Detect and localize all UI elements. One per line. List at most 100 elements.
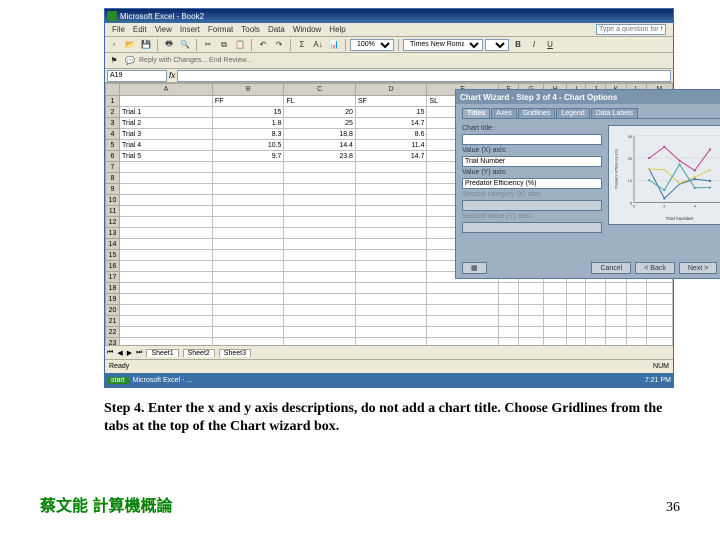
col-header[interactable]: B	[212, 84, 284, 96]
cell[interactable]	[212, 261, 284, 272]
sheet-tab-2[interactable]: Sheet2	[183, 349, 215, 357]
menu-edit[interactable]: Edit	[130, 25, 150, 34]
chart-icon[interactable]: 📊	[327, 38, 341, 52]
row-header[interactable]: 10	[106, 195, 120, 206]
cell[interactable]	[212, 217, 284, 228]
cell[interactable]	[627, 294, 646, 305]
cell[interactable]	[212, 206, 284, 217]
row-header[interactable]: 22	[106, 327, 120, 338]
font-select[interactable]: Times New Roman	[403, 39, 483, 51]
cell[interactable]	[212, 316, 284, 327]
taskbar-app[interactable]: Microsoft Excel - ...	[133, 377, 193, 384]
cell[interactable]	[355, 327, 427, 338]
menu-window[interactable]: Window	[290, 25, 324, 34]
cell[interactable]	[284, 217, 356, 228]
cell[interactable]	[519, 338, 544, 346]
tab-gridlines[interactable]: Gridlines	[518, 108, 556, 118]
cell[interactable]	[212, 239, 284, 250]
cell[interactable]	[284, 184, 356, 195]
cell[interactable]	[519, 283, 544, 294]
start-button[interactable]: start	[107, 377, 129, 384]
cell[interactable]	[120, 316, 213, 327]
row-header[interactable]: 16	[106, 261, 120, 272]
nav-last-icon[interactable]: ⏭	[136, 349, 142, 357]
cell[interactable]	[586, 338, 605, 346]
row-header[interactable]: 18	[106, 283, 120, 294]
cell[interactable]	[120, 162, 213, 173]
cell[interactable]	[646, 294, 672, 305]
cell[interactable]	[427, 294, 499, 305]
cell[interactable]	[427, 316, 499, 327]
cell[interactable]	[284, 195, 356, 206]
cell[interactable]: 14.4	[284, 140, 356, 151]
cell[interactable]	[355, 305, 427, 316]
cell[interactable]	[120, 283, 213, 294]
cell[interactable]	[212, 184, 284, 195]
tab-axes[interactable]: Axes	[491, 108, 517, 118]
cell[interactable]	[355, 316, 427, 327]
cell[interactable]	[605, 338, 627, 346]
nav-first-icon[interactable]: ⏮	[107, 349, 113, 357]
row-header[interactable]: 11	[106, 206, 120, 217]
bold-icon[interactable]: B	[511, 38, 525, 52]
cell[interactable]: 11.4	[355, 140, 427, 151]
cell[interactable]	[427, 327, 499, 338]
row-header[interactable]: 19	[106, 294, 120, 305]
cell[interactable]: SF	[355, 96, 427, 107]
cell[interactable]: 25	[284, 118, 356, 129]
cell[interactable]	[284, 316, 356, 327]
cell[interactable]	[355, 217, 427, 228]
cell[interactable]	[605, 283, 627, 294]
cell[interactable]	[567, 305, 586, 316]
comment-icon[interactable]: 💬	[123, 54, 137, 68]
cell[interactable]: 15	[355, 107, 427, 118]
redo-icon[interactable]: ↷	[272, 38, 286, 52]
flag-icon[interactable]: ⚑	[107, 54, 121, 68]
cell[interactable]	[567, 316, 586, 327]
cell[interactable]: 15	[212, 107, 284, 118]
cell[interactable]	[544, 305, 567, 316]
cell[interactable]	[212, 173, 284, 184]
col-header[interactable]: C	[284, 84, 356, 96]
cell[interactable]	[284, 283, 356, 294]
cell[interactable]	[355, 294, 427, 305]
cell[interactable]	[355, 173, 427, 184]
cell[interactable]: 20	[284, 107, 356, 118]
cell[interactable]	[498, 305, 518, 316]
cell[interactable]	[120, 217, 213, 228]
cell[interactable]	[212, 305, 284, 316]
cell[interactable]: 9.7	[212, 151, 284, 162]
cut-icon[interactable]: ✂	[201, 38, 215, 52]
cell[interactable]	[212, 162, 284, 173]
cell[interactable]	[120, 261, 213, 272]
cell[interactable]	[212, 294, 284, 305]
cell[interactable]	[355, 228, 427, 239]
save-icon[interactable]: 💾	[139, 38, 153, 52]
sort-asc-icon[interactable]: A↓	[311, 38, 325, 52]
cell[interactable]	[284, 250, 356, 261]
cell[interactable]	[120, 96, 213, 107]
cell[interactable]	[120, 239, 213, 250]
row-header[interactable]: 3	[106, 118, 120, 129]
cell[interactable]: 8.3	[212, 129, 284, 140]
cell[interactable]	[212, 327, 284, 338]
cell[interactable]: Trial 1	[120, 107, 213, 118]
cell[interactable]	[212, 228, 284, 239]
back-button[interactable]: < Back	[635, 262, 675, 274]
cell[interactable]	[120, 305, 213, 316]
cell[interactable]	[284, 272, 356, 283]
cell[interactable]	[284, 228, 356, 239]
cell[interactable]	[605, 327, 627, 338]
paste-icon[interactable]: 📋	[233, 38, 247, 52]
row-header[interactable]: 23	[106, 338, 120, 346]
cell[interactable]	[284, 173, 356, 184]
cell[interactable]	[427, 305, 499, 316]
cell[interactable]	[498, 316, 518, 327]
menu-format[interactable]: Format	[205, 25, 236, 34]
menu-view[interactable]: View	[152, 25, 175, 34]
cell[interactable]	[355, 261, 427, 272]
cell[interactable]	[284, 327, 356, 338]
cell[interactable]	[646, 327, 672, 338]
cell[interactable]	[519, 316, 544, 327]
cell[interactable]	[567, 338, 586, 346]
